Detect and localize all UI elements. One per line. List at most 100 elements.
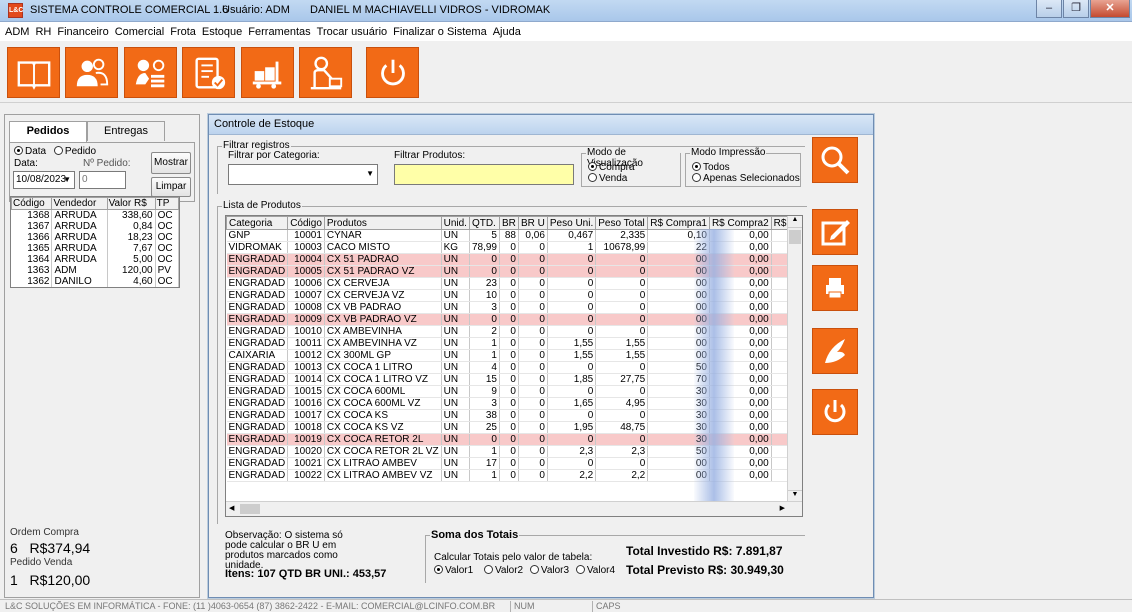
toolbar-users-button[interactable] bbox=[65, 47, 118, 98]
table-cell: 10015 bbox=[287, 385, 325, 398]
table-row[interactable]: 1364 ARRUDA 5,00 OC bbox=[11, 254, 180, 265]
search-button[interactable] bbox=[812, 137, 858, 183]
table-cell: 1365 bbox=[11, 243, 53, 254]
column-header[interactable]: Peso Total bbox=[595, 216, 649, 230]
column-header[interactable]: Unid. bbox=[440, 216, 470, 230]
table-cell: CX COCA RETOR 2L VZ bbox=[324, 445, 442, 458]
table-row[interactable]: ENGRADAD 10015 CX COCA 600ML UN 9 0 0 0 0 30 0,00 bbox=[226, 385, 792, 398]
radio-valor1[interactable] bbox=[434, 565, 443, 574]
menu-ajuda[interactable]: Ajuda bbox=[493, 26, 521, 38]
toolbar-book-button[interactable] bbox=[7, 47, 60, 98]
column-header[interactable]: R$ Compra1 bbox=[647, 216, 710, 230]
table-row[interactable]: ENGRADAD 10009 CX VB PADRÃO VZ UN 0 0 0 0 0 00 0,0… bbox=[226, 313, 792, 326]
tab-entregas[interactable]: Entregas bbox=[87, 121, 165, 141]
quill-button[interactable] bbox=[812, 328, 858, 374]
table-row[interactable]: ENGRADAD 10004 CX 51 PADRÃO UN 0 0 0 0 0 00 0,00 bbox=[226, 253, 792, 266]
table-row[interactable]: 1367 ARRUDA 0,84 OC bbox=[11, 221, 180, 232]
toolbar-warehouse-button[interactable] bbox=[241, 47, 294, 98]
horizontal-scrollbar[interactable]: ◀ ▶ bbox=[226, 501, 802, 516]
menu-financeiro[interactable]: Financeiro bbox=[57, 26, 108, 38]
table-row[interactable]: ENGRADAD 10017 CX COCA KS UN 38 0 0 0 0 30 0,00 bbox=[226, 409, 792, 422]
menu-estoque[interactable]: Estoque bbox=[202, 26, 242, 38]
menu-finalizar[interactable]: Finalizar o Sistema bbox=[393, 26, 487, 38]
radio-data[interactable] bbox=[14, 146, 23, 155]
table-row[interactable]: ENGRADAD 10021 CX LITRÃO AMBEV UN 17 0 0 0 0 00 0,… bbox=[226, 457, 792, 470]
table-row[interactable]: GNP 10001 CYNAR UN 5 88 0,06 0,467 2,335 0,10 0,00 bbox=[226, 229, 792, 242]
column-header[interactable]: Produtos bbox=[323, 216, 442, 230]
radio-valor4[interactable] bbox=[575, 565, 585, 574]
table-row[interactable]: ENGRADAD 10019 CX COCA RETOR 2L UN 0 0 0 0 0 30 0,… bbox=[226, 433, 792, 446]
mostrar-button[interactable]: Mostrar bbox=[151, 152, 191, 174]
vertical-scrollbar[interactable]: ▲ ▼ bbox=[787, 216, 802, 502]
menu-frota[interactable]: Frota bbox=[170, 26, 196, 38]
column-header[interactable]: QTD. bbox=[468, 216, 500, 230]
produtos-filter-input[interactable] bbox=[394, 164, 574, 185]
radio-apenas-selecionados[interactable] bbox=[692, 173, 701, 182]
npedido-input[interactable]: 0 bbox=[79, 171, 126, 189]
table-cell: 0 bbox=[499, 289, 519, 302]
menu-ferramentas[interactable]: Ferramentas bbox=[248, 26, 310, 38]
table-row[interactable]: ENGRADAD 10011 CX AMBEVINHA VZ UN 1 0 0 1,55 1,5… bbox=[226, 337, 792, 350]
exit-button[interactable] bbox=[812, 389, 858, 435]
table-row[interactable]: 1362 DANILO 4,60 OC bbox=[11, 276, 180, 287]
col-vendedor[interactable]: Vendedor bbox=[51, 197, 108, 210]
toolbar-money-button[interactable] bbox=[124, 47, 177, 98]
table-row[interactable]: 1366 ARRUDA 18,23 OC bbox=[11, 232, 180, 243]
col-valor[interactable]: Valor R$ bbox=[106, 197, 156, 210]
edit-button[interactable] bbox=[812, 209, 858, 255]
table-row[interactable]: ENGRADAD 10007 CX CERVEJA VZ UN 10 0 0 0 0 00 0,00 bbox=[226, 289, 792, 302]
categoria-select[interactable]: ▼ bbox=[228, 164, 378, 185]
col-tp[interactable]: TP bbox=[154, 197, 180, 210]
table-row[interactable]: 1363 ADM 120,00 PV bbox=[11, 265, 180, 276]
table-cell: 0,10 bbox=[647, 229, 710, 242]
radio-valor3[interactable] bbox=[529, 565, 539, 574]
toolbar-checklist-button[interactable] bbox=[182, 47, 235, 98]
observacao-text: Observação: O sistema só pode calcular o… bbox=[225, 530, 343, 571]
menu-rh[interactable]: RH bbox=[35, 26, 51, 38]
tab-pedidos[interactable]: Pedidos bbox=[9, 121, 87, 143]
scroll-up-icon[interactable]: ▲ bbox=[788, 216, 802, 228]
minimize-button[interactable]: – bbox=[1036, 0, 1062, 18]
scroll-thumb[interactable] bbox=[789, 230, 801, 244]
table-row[interactable]: ENGRADAD 10006 CX CERVEJA UN 23 0 0 0 0 00 0,00 bbox=[226, 277, 792, 290]
column-header[interactable]: BR bbox=[498, 216, 519, 230]
column-header[interactable]: Peso Uni. bbox=[546, 216, 597, 230]
table-row[interactable]: VIDROMAK 10003 CACO MISTO KG 78,99 0 0 1 10678,9… bbox=[226, 241, 792, 254]
menu-trocar-usuario[interactable]: Trocar usuário bbox=[317, 26, 388, 38]
table-row[interactable]: 1368 ARRUDA 338,60 OC bbox=[11, 209, 180, 221]
table-row[interactable]: ENGRADAD 10022 CX LITRÃO AMBEV VZ UN 1 0 0 2,2 2… bbox=[226, 469, 792, 482]
column-header[interactable]: Categoria bbox=[226, 216, 289, 230]
menu-comercial[interactable]: Comercial bbox=[115, 26, 165, 38]
table-row[interactable]: ENGRADAD 10010 CX AMBEVINHA UN 2 0 0 0 0 00 0,00 bbox=[226, 325, 792, 338]
table-cell: 10020 bbox=[287, 445, 325, 458]
scroll-right-icon[interactable]: ▶ bbox=[780, 504, 785, 512]
restore-button[interactable]: ❐ bbox=[1063, 0, 1089, 18]
column-header[interactable]: BR U bbox=[517, 216, 548, 230]
column-header[interactable]: Código bbox=[287, 216, 325, 230]
date-picker[interactable]: 10/08/2023 ▼ bbox=[13, 171, 75, 189]
limpar-button[interactable]: Limpar bbox=[151, 177, 191, 197]
toolbar-power-button[interactable] bbox=[366, 47, 419, 98]
table-row[interactable]: ENGRADAD 10005 CX 51 PADRÃO VZ UN 0 0 0 0 0 00 0,0… bbox=[226, 265, 792, 278]
table-row[interactable]: ENGRADAD 10016 CX COCA 600ML VZ UN 3 0 0 1,65 4,… bbox=[226, 397, 792, 410]
hscroll-thumb[interactable] bbox=[240, 504, 260, 514]
table-row[interactable]: ENGRADAD 10018 CX COCA KS VZ UN 25 0 0 1,95 48,7… bbox=[226, 421, 792, 434]
table-row[interactable]: ENGRADAD 10008 CX VB PADRÃO UN 3 0 0 0 0 00 0,00 bbox=[226, 301, 792, 314]
table-row[interactable]: 1365 ARRUDA 7,67 OC bbox=[11, 243, 180, 254]
scroll-left-icon[interactable]: ◀ bbox=[229, 504, 234, 512]
column-header[interactable]: R$ Compra2 bbox=[708, 216, 772, 230]
col-codigo[interactable]: Código bbox=[10, 197, 53, 210]
table-row[interactable]: ENGRADAD 10020 CX COCA RETOR 2L VZ UN 1 0 0 2,3… bbox=[226, 445, 792, 458]
print-button[interactable] bbox=[812, 265, 858, 311]
table-row[interactable]: CAIXARIA 10012 CX 300ML GP UN 1 0 0 1,55 1,55 00 0… bbox=[226, 349, 792, 362]
radio-compra[interactable] bbox=[588, 162, 597, 171]
radio-venda[interactable] bbox=[588, 173, 597, 182]
radio-valor2[interactable] bbox=[483, 565, 493, 574]
radio-todos[interactable] bbox=[692, 162, 701, 171]
close-button[interactable]: ✕ bbox=[1090, 0, 1130, 18]
table-row[interactable]: ENGRADAD 10013 CX COCA 1 LITRO UN 4 0 0 0 0 50 0,0… bbox=[226, 361, 792, 374]
table-row[interactable]: ENGRADAD 10014 CX COCA 1 LITRO VZ UN 15 0 0 1,8… bbox=[226, 373, 792, 386]
radio-pedido[interactable] bbox=[53, 146, 63, 155]
menu-adm[interactable]: ADM bbox=[5, 26, 29, 38]
toolbar-receptionist-button[interactable] bbox=[299, 47, 352, 98]
